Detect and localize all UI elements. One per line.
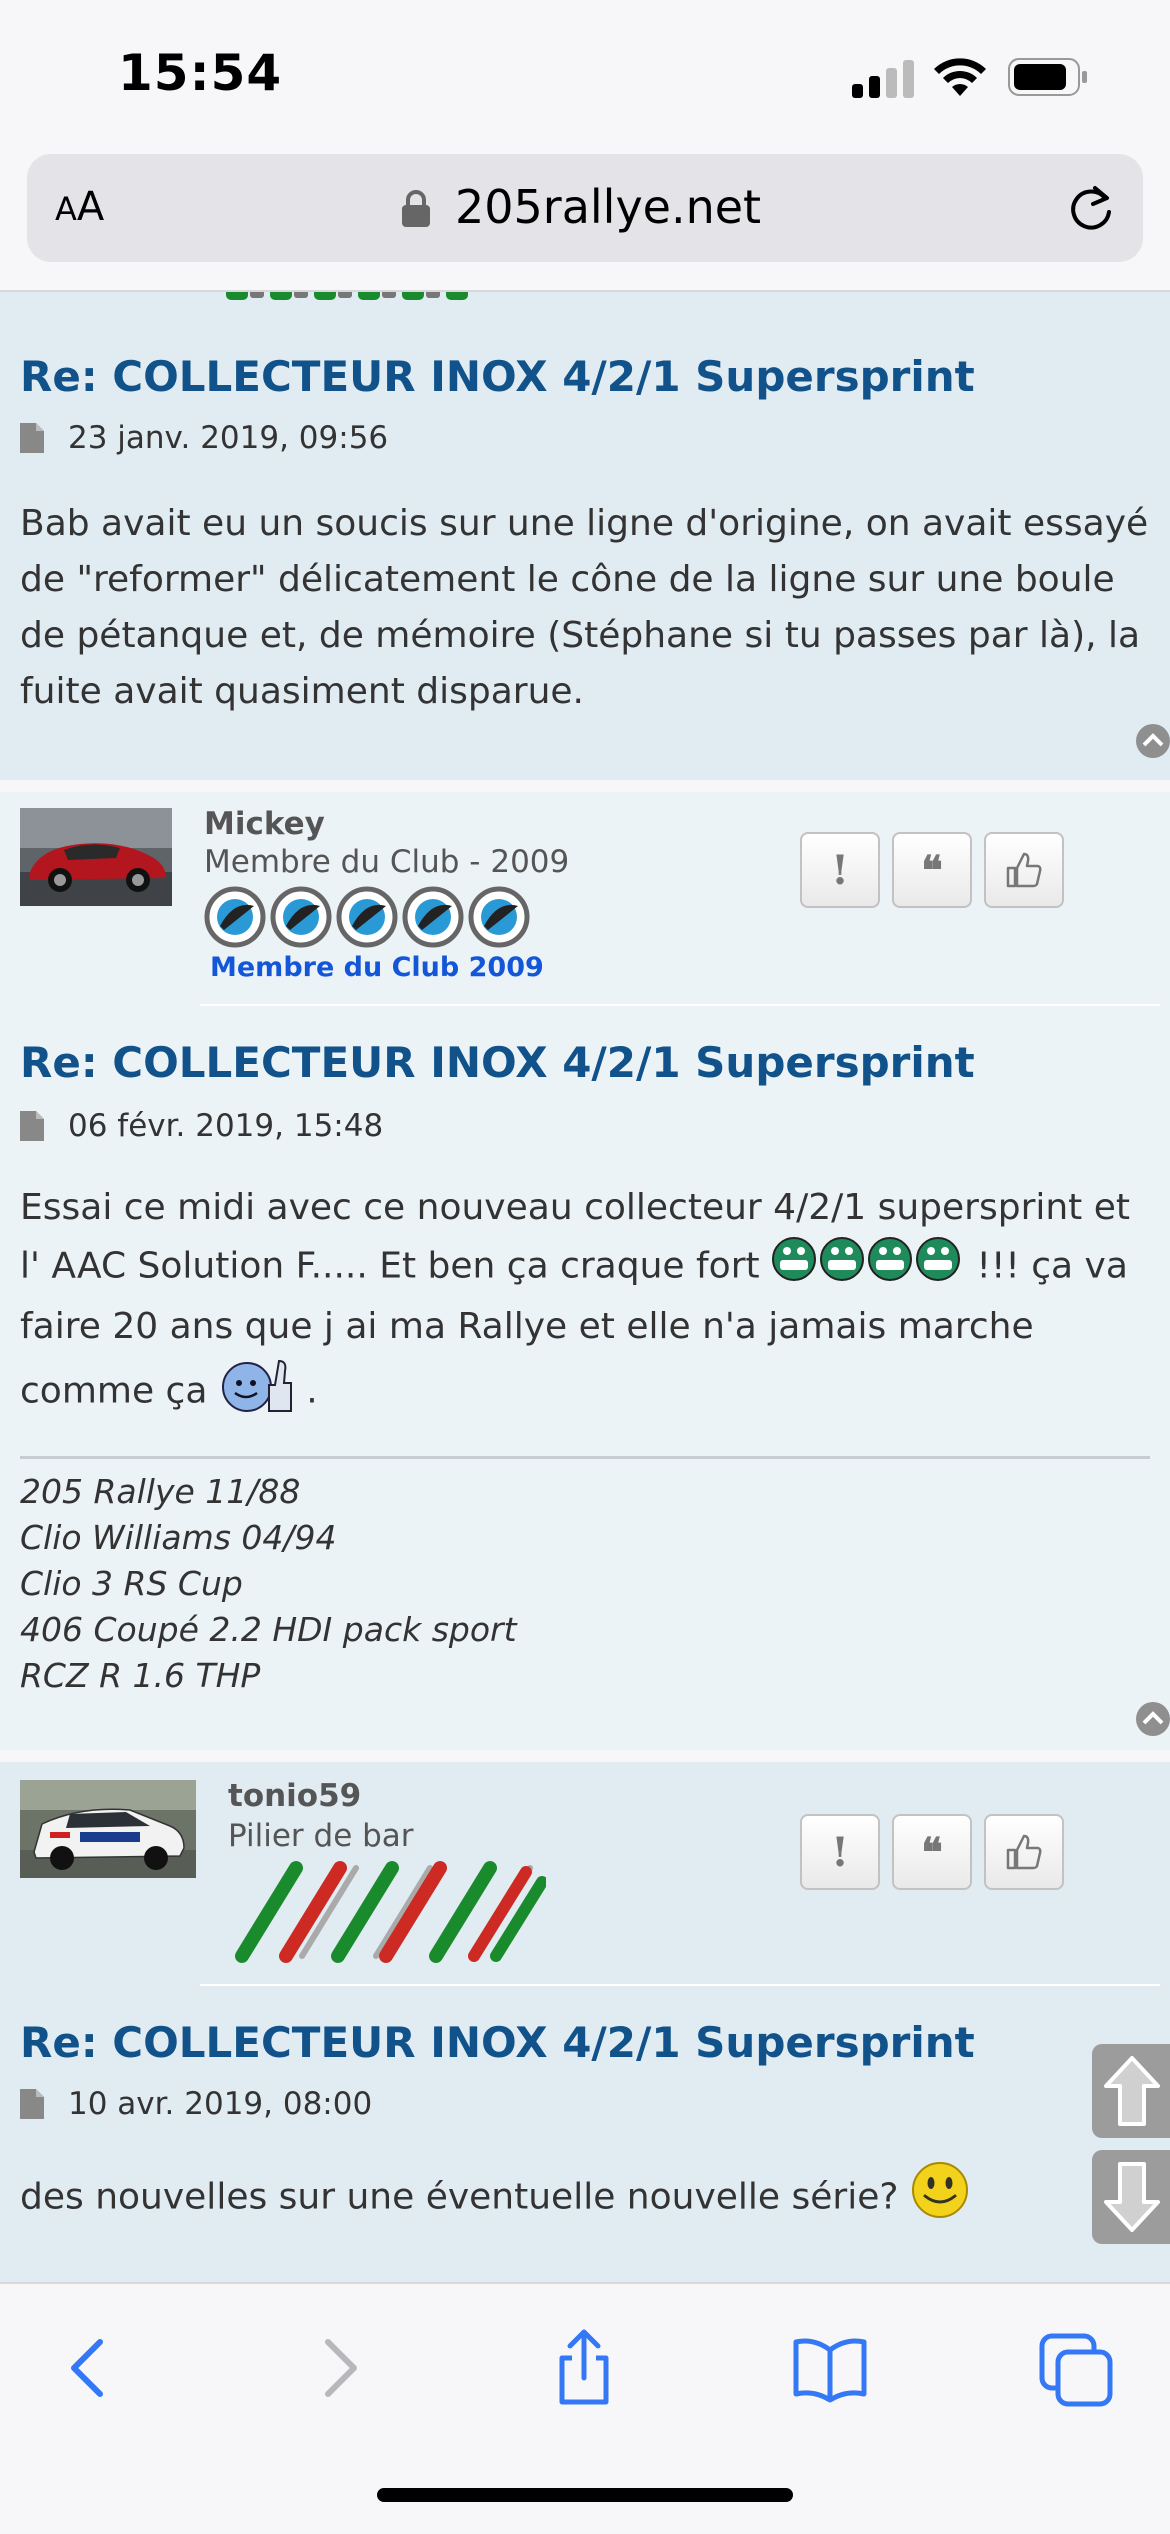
- rank-badge-icon: [235, 1861, 546, 1963]
- reader-settings-button[interactable]: AA: [55, 184, 104, 230]
- post-date: 10 avr. 2019, 08:00: [68, 2086, 373, 2122]
- forum-post: Re: COLLECTEUR INOX 4/2/1 Supersprint 23…: [0, 292, 1170, 780]
- share-icon[interactable]: [544, 2328, 624, 2408]
- url-domain[interactable]: 205rallye.net: [455, 180, 761, 234]
- report-button[interactable]: !: [800, 832, 880, 908]
- post-actions: ! ❝: [800, 1814, 1064, 1890]
- back-to-top-button[interactable]: [1136, 1702, 1170, 1736]
- back-icon[interactable]: [48, 2328, 128, 2408]
- like-button[interactable]: [984, 832, 1064, 908]
- signature-line: 205 Rallye 11/88: [20, 1472, 301, 1511]
- user-rank: Pilier de bar: [228, 1818, 414, 1854]
- post-content: Bab avait eu un soucis sur une ligne d'o…: [20, 503, 1149, 712]
- reload-icon[interactable]: [1065, 182, 1117, 234]
- post-content: Essai ce midi avec ce nouveau collecteur…: [20, 1180, 1150, 1430]
- bookmarks-icon[interactable]: [790, 2328, 870, 2408]
- scroll-up-button[interactable]: [1092, 2044, 1170, 2138]
- smile-smiley-icon: [910, 2160, 970, 2237]
- post-icon[interactable]: [20, 1111, 44, 1141]
- chevron-up-icon: [1142, 1711, 1164, 1725]
- wifi-icon: [934, 58, 986, 96]
- report-button[interactable]: !: [800, 1814, 880, 1890]
- avatar[interactable]: [20, 808, 172, 906]
- post-content: des nouvelles sur une éventuelle nouvell…: [20, 2160, 1150, 2237]
- post-meta: 06 févr. 2019, 15:48: [20, 1108, 383, 1144]
- divider: [200, 1004, 1160, 1006]
- club-member-badge: Membre du Club 2009: [210, 952, 544, 983]
- forward-icon[interactable]: [300, 2328, 380, 2408]
- rank-badge-icon: [226, 292, 468, 300]
- quote-button[interactable]: ❝: [892, 1814, 972, 1890]
- thumbs-up-icon: [1006, 852, 1042, 888]
- status-time: 15:54: [118, 44, 283, 102]
- post-title[interactable]: Re: COLLECTEUR INOX 4/2/1 Supersprint: [20, 352, 975, 401]
- post-icon[interactable]: [20, 2089, 44, 2119]
- chevron-up-icon: [1142, 733, 1164, 747]
- signature-line: RCZ R 1.6 THP: [20, 1656, 261, 1695]
- browser-address-area: AA 205rallye.net: [0, 150, 1170, 292]
- post-date: 23 janv. 2019, 09:56: [68, 420, 389, 456]
- user-rank: Membre du Club - 2009: [204, 844, 570, 880]
- tabs-icon[interactable]: [1036, 2328, 1116, 2408]
- signature-line: 406 Coupé 2.2 HDI pack sport: [20, 1610, 517, 1649]
- home-indicator: [377, 2488, 793, 2502]
- address-bar[interactable]: AA 205rallye.net: [27, 154, 1143, 262]
- rank-badge-icon: [204, 886, 530, 948]
- post-date: 06 févr. 2019, 15:48: [68, 1108, 384, 1144]
- post-title[interactable]: Re: COLLECTEUR INOX 4/2/1 Supersprint: [20, 2018, 975, 2067]
- post-text: des nouvelles sur une éventuelle nouvell…: [20, 2176, 910, 2218]
- thumbs-up-icon: [1006, 1834, 1042, 1870]
- status-bar: 15:54: [0, 0, 1170, 150]
- forum-post: tonio59 Pilier de bar ! ❝ Re: COLLECTEUR…: [0, 1762, 1170, 2282]
- lock-icon: [402, 190, 430, 227]
- signature: 205 Rallye 11/88 Clio Williams 04/94 Cli…: [20, 1456, 1150, 1699]
- post-meta: 23 janv. 2019, 09:56: [20, 420, 388, 456]
- like-button[interactable]: [984, 1814, 1064, 1890]
- signature-line: Clio 3 RS Cup: [20, 1564, 243, 1603]
- battery-icon: [1008, 58, 1087, 96]
- arrow-up-icon: [1104, 2056, 1160, 2126]
- post-title[interactable]: Re: COLLECTEUR INOX 4/2/1 Supersprint: [20, 1038, 975, 1087]
- arrow-down-icon: [1104, 2162, 1160, 2232]
- thumbs-up-smiley-icon: [219, 1355, 295, 1430]
- post-author[interactable]: tonio59: [228, 1778, 361, 1814]
- post-actions: ! ❝: [800, 832, 1064, 908]
- post-author[interactable]: Mickey: [204, 806, 325, 842]
- grin-smiley-icon: [771, 1236, 965, 1299]
- post-icon[interactable]: [20, 423, 44, 453]
- quote-button[interactable]: ❝: [892, 832, 972, 908]
- signature-line: Clio Williams 04/94: [20, 1518, 337, 1557]
- divider: [200, 1984, 1160, 1986]
- scroll-down-button[interactable]: [1092, 2150, 1170, 2244]
- avatar[interactable]: [20, 1780, 196, 1878]
- cellular-signal-icon: [852, 58, 916, 98]
- forum-post: Mickey Membre du Club - 2009 Membre du C…: [0, 792, 1170, 1750]
- post-text: .: [294, 1370, 318, 1412]
- back-to-top-button[interactable]: [1136, 724, 1170, 758]
- post-meta: 10 avr. 2019, 08:00: [20, 2086, 372, 2122]
- forum-page: Re: COLLECTEUR INOX 4/2/1 Supersprint 23…: [0, 292, 1170, 2282]
